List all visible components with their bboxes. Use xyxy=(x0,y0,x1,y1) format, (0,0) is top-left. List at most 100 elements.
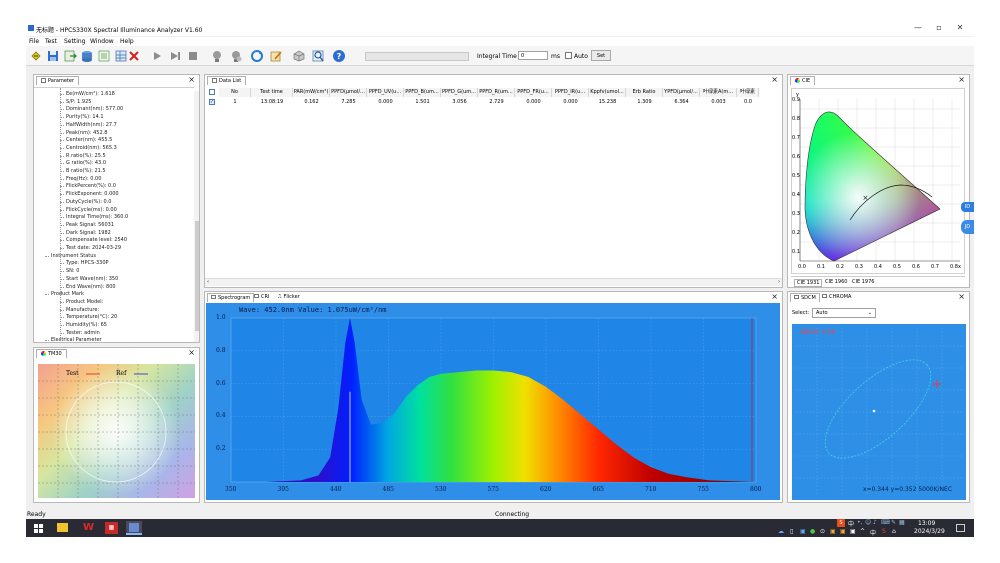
windows-start-icon[interactable] xyxy=(34,524,43,533)
column-header[interactable]: Erb Ratio xyxy=(626,88,663,97)
tray-file-icon[interactable]: ▯ xyxy=(790,528,793,535)
tab-parameter[interactable]: Parameter xyxy=(36,76,80,85)
menu-window[interactable]: Window xyxy=(90,38,114,45)
column-header[interactable]: PPFD_B(um... xyxy=(404,88,441,97)
column-header[interactable]: YPFD(μmol/... xyxy=(663,88,700,97)
sogou-icon[interactable]: S xyxy=(837,519,845,527)
dark-calibrate-icon[interactable] xyxy=(229,49,243,63)
tray-app4-icon[interactable]: ▣ xyxy=(850,528,856,535)
mic-icon[interactable]: ♪ xyxy=(873,519,877,526)
column-header[interactable]: No xyxy=(219,88,251,97)
tray-app-icon[interactable]: ▣ xyxy=(800,528,806,535)
emoji-icon[interactable]: ☺ xyxy=(865,519,871,526)
column-header[interactable]: Kppfv(umol... xyxy=(589,88,626,97)
stop-icon[interactable] xyxy=(186,49,200,63)
tab-chroma[interactable]: CHROMA xyxy=(819,293,854,302)
refresh-icon[interactable] xyxy=(250,49,264,63)
analyzer-taskbar-icon[interactable] xyxy=(126,521,142,535)
tab-tm30[interactable]: TM30 xyxy=(36,349,67,358)
tab-spectrogram[interactable]: Spectrogram xyxy=(207,293,255,302)
cie-y-tick: 0.2 xyxy=(792,230,800,236)
integral-time-input[interactable] xyxy=(518,51,548,60)
column-header[interactable]: 叶绿素A(m... xyxy=(700,88,737,97)
spectrogram-close-icon[interactable]: × xyxy=(771,292,778,302)
clock-time[interactable]: 13:09 xyxy=(918,520,935,527)
spectrum-x-tick: 620 xyxy=(540,486,552,493)
menu-setting[interactable]: Setting xyxy=(64,38,85,45)
app-red-icon[interactable]: ▦ xyxy=(105,522,118,534)
sdcm-select[interactable]: Auto ⌄ xyxy=(812,308,876,318)
ime-chinese-indicator[interactable]: 中 xyxy=(848,519,854,528)
close-button[interactable]: ✕ xyxy=(954,23,966,33)
parameter-close-icon[interactable]: × xyxy=(188,75,195,85)
side-bubble-top[interactable]: ID xyxy=(961,202,974,212)
calibrate-icon[interactable] xyxy=(210,49,224,63)
file-explorer-icon[interactable] xyxy=(57,523,68,532)
clock-date[interactable]: 2024/3/29 xyxy=(914,528,945,535)
play-icon[interactable] xyxy=(150,49,164,63)
wechat-icon[interactable]: ● xyxy=(810,528,815,535)
edit-icon[interactable] xyxy=(269,49,283,63)
tab-cie-1976[interactable]: CIE 1976 xyxy=(850,279,876,285)
column-header[interactable]: PAR(mW/cm²) xyxy=(293,88,330,97)
help-icon[interactable]: ? xyxy=(332,49,346,63)
wps-icon[interactable]: W xyxy=(82,522,95,534)
tray-sogou-icon[interactable]: S xyxy=(882,528,886,535)
data-list-h-scrollbar[interactable]: ‹ › xyxy=(205,278,782,286)
tab-cie-1931[interactable]: CIE 1931 xyxy=(794,279,823,287)
scroll-right-icon[interactable]: › xyxy=(778,279,780,285)
column-header[interactable]: PPFD_FR(u... xyxy=(515,88,552,97)
keyboard-icon[interactable]: ⌨ xyxy=(881,519,890,526)
tab-flicker[interactable]: ⎍ Flicker xyxy=(275,293,303,302)
tab-cri[interactable]: CRI xyxy=(251,293,272,302)
tray-app3-icon[interactable]: ▣ xyxy=(840,528,846,535)
cube-icon[interactable] xyxy=(292,49,306,63)
network-icon[interactable]: ⌂ xyxy=(892,528,896,535)
row-checkbox[interactable]: ✓ xyxy=(209,99,215,105)
table-icon[interactable] xyxy=(114,49,128,63)
input-indicator[interactable]: 中 xyxy=(870,528,876,537)
column-header[interactable]: PPFD(μmol/... xyxy=(330,88,367,97)
column-header[interactable]: PPFD_IR(u... xyxy=(552,88,589,97)
column-header[interactable]: PPFD_R(um... xyxy=(478,88,515,97)
menu-file[interactable]: File xyxy=(29,38,39,45)
cie-close-icon[interactable]: × xyxy=(958,75,965,85)
tray-expand-icon[interactable]: ^ xyxy=(860,528,865,535)
side-bubble-bottom[interactable]: JD xyxy=(961,220,974,234)
fast-forward-icon[interactable] xyxy=(168,49,182,63)
tray-app2-icon[interactable]: ▣ xyxy=(830,528,836,535)
tab-cie[interactable]: CIE xyxy=(790,76,816,85)
menu-help[interactable]: Help xyxy=(120,38,134,45)
tray-ime-icon[interactable]: ⊙ xyxy=(820,528,825,535)
minimize-button[interactable]: — xyxy=(912,23,924,33)
skin-icon[interactable]: ✎ xyxy=(891,519,896,526)
select-all-checkbox[interactable] xyxy=(209,89,215,95)
set-button[interactable]: Set xyxy=(591,50,611,61)
sdcm-close-icon[interactable]: × xyxy=(958,292,965,302)
column-header[interactable]: 叶绿素 xyxy=(737,88,759,97)
export-icon[interactable] xyxy=(63,49,77,63)
auto-checkbox[interactable] xyxy=(565,52,572,59)
tab-sdcm[interactable]: SDCM xyxy=(790,293,820,302)
report-icon[interactable] xyxy=(97,49,111,63)
toolbox-icon[interactable]: ▦ xyxy=(899,519,905,526)
database-icon[interactable] xyxy=(80,49,94,63)
column-header[interactable]: PPFD_G(um... xyxy=(441,88,478,97)
delete-icon[interactable] xyxy=(127,49,141,63)
maximize-button[interactable]: ▫ xyxy=(933,23,945,33)
menu-test[interactable]: Test xyxy=(45,38,57,45)
column-header[interactable]: Test time xyxy=(251,88,293,97)
new-file-icon[interactable] xyxy=(29,49,43,63)
cloud-icon[interactable]: ☁ xyxy=(778,528,784,535)
parameter-scroll-thumb[interactable] xyxy=(195,221,199,331)
save-icon[interactable] xyxy=(46,49,60,63)
column-header[interactable]: PPFD_UV(u... xyxy=(367,88,404,97)
scroll-left-icon[interactable]: ‹ xyxy=(207,279,209,285)
zoom-icon[interactable] xyxy=(311,49,325,63)
sdcm-value: SDCM: 3.56 xyxy=(800,329,836,336)
parameter-scrollbar[interactable] xyxy=(194,91,199,342)
notification-icon[interactable] xyxy=(956,524,965,532)
punctuation-icon[interactable]: •, xyxy=(857,519,862,526)
tm30-close-icon[interactable]: × xyxy=(188,348,195,358)
tab-cie-1960[interactable]: CIE 1960 xyxy=(823,279,849,285)
